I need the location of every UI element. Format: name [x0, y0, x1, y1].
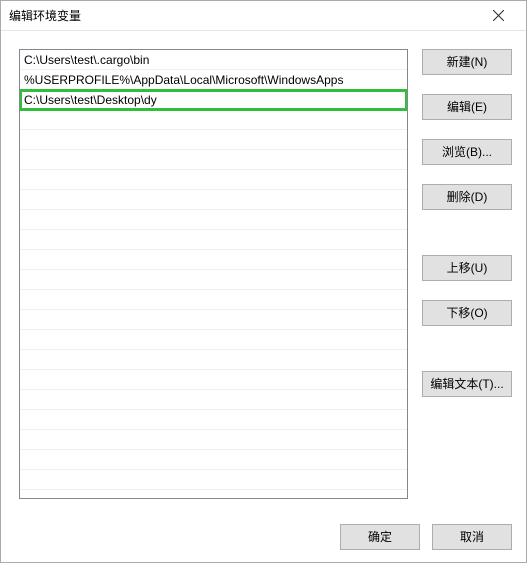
movedown-button[interactable]: 下移(O)	[422, 300, 512, 326]
empty-row	[20, 170, 407, 190]
window-title: 编辑环境变量	[9, 7, 478, 24]
empty-row	[20, 290, 407, 310]
edit-button[interactable]: 编辑(E)	[422, 94, 512, 120]
cancel-button[interactable]: 取消	[432, 524, 512, 550]
empty-row	[20, 110, 407, 130]
empty-row	[20, 230, 407, 250]
footer: 确定 取消	[1, 512, 526, 562]
empty-row	[20, 150, 407, 170]
edittext-button[interactable]: 编辑文本(T)...	[422, 371, 512, 397]
content-area: C:\Users\test\.cargo\bin%USERPROFILE%\Ap…	[1, 31, 526, 512]
moveup-button[interactable]: 上移(U)	[422, 255, 512, 281]
path-entry[interactable]: %USERPROFILE%\AppData\Local\Microsoft\Wi…	[20, 70, 407, 90]
empty-row	[20, 390, 407, 410]
close-icon	[493, 10, 504, 21]
new-button[interactable]: 新建(N)	[422, 49, 512, 75]
empty-row	[20, 310, 407, 330]
ok-button[interactable]: 确定	[340, 524, 420, 550]
empty-row	[20, 250, 407, 270]
browse-button[interactable]: 浏览(B)...	[422, 139, 512, 165]
empty-row	[20, 270, 407, 290]
empty-row	[20, 210, 407, 230]
path-entry[interactable]: C:\Users\test\Desktop\dy	[20, 90, 407, 110]
path-entry[interactable]: C:\Users\test\.cargo\bin	[20, 50, 407, 70]
empty-row	[20, 130, 407, 150]
empty-row	[20, 190, 407, 210]
side-button-column: 新建(N) 编辑(E) 浏览(B)... 删除(D) 上移(U) 下移(O) 编…	[422, 49, 512, 502]
empty-row	[20, 410, 407, 430]
titlebar: 编辑环境变量	[1, 1, 526, 31]
empty-row	[20, 330, 407, 350]
empty-row	[20, 430, 407, 450]
path-listbox[interactable]: C:\Users\test\.cargo\bin%USERPROFILE%\Ap…	[19, 49, 408, 499]
empty-row	[20, 350, 407, 370]
empty-row	[20, 450, 407, 470]
delete-button[interactable]: 删除(D)	[422, 184, 512, 210]
empty-row	[20, 370, 407, 390]
edit-env-var-dialog: 编辑环境变量 C:\Users\test\.cargo\bin%USERPROF…	[0, 0, 527, 563]
close-button[interactable]	[478, 2, 518, 30]
empty-row	[20, 470, 407, 490]
